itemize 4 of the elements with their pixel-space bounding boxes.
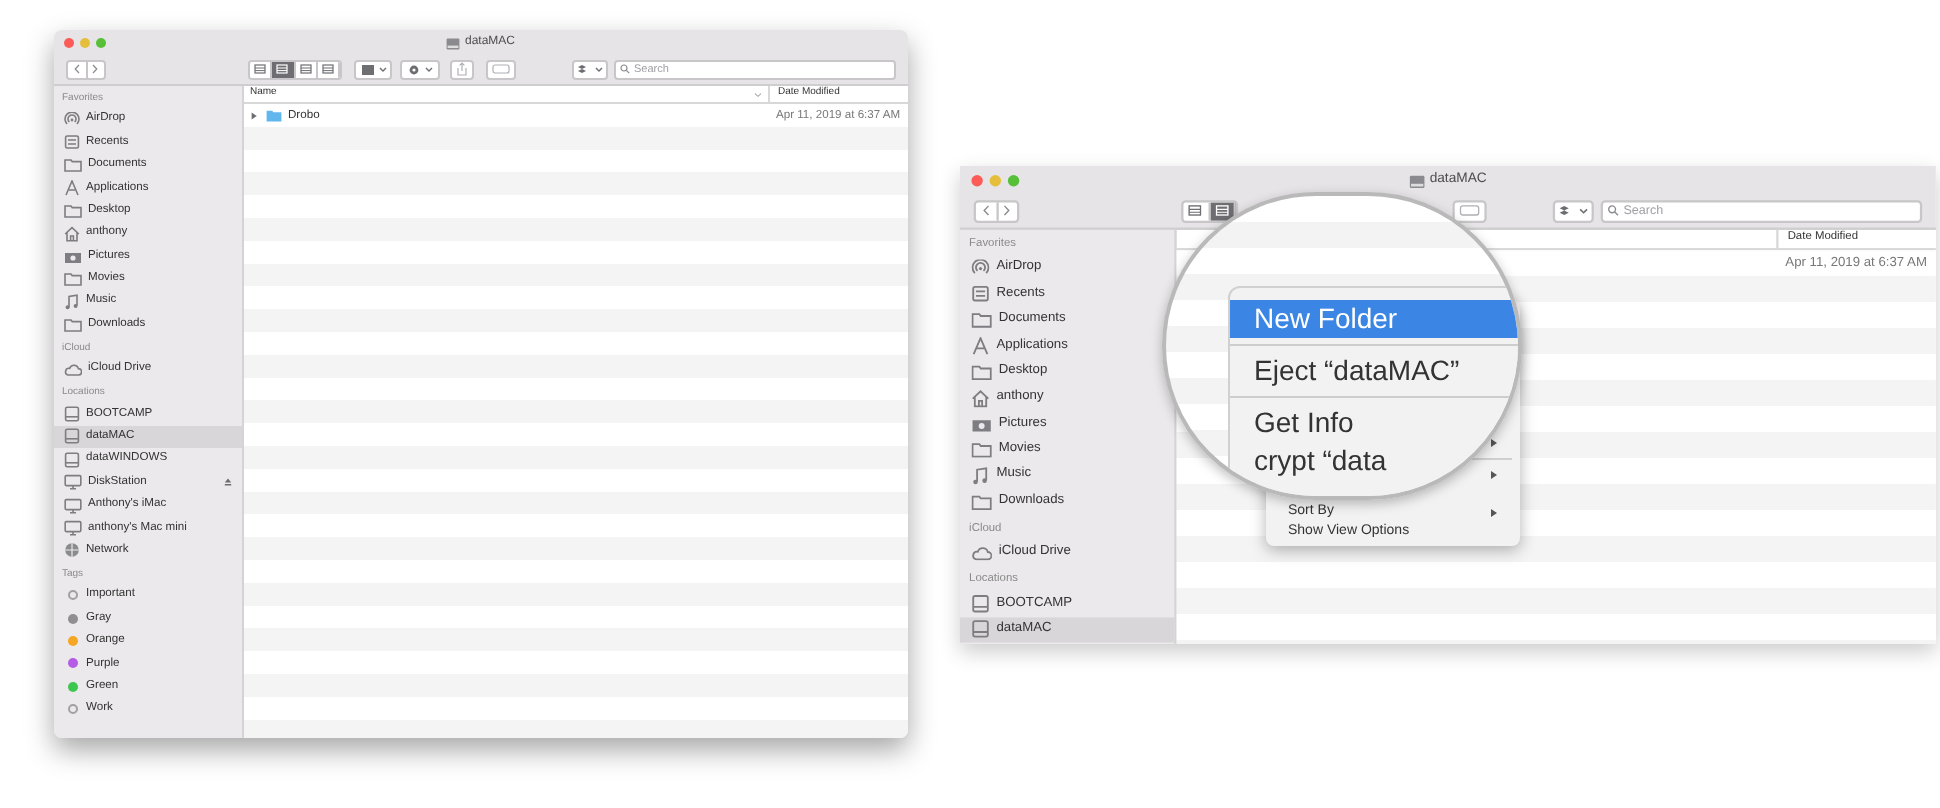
menu-item[interactable]: New Folder — [1230, 300, 1518, 338]
menu-item[interactable]: Eject “dataMAC” — [1230, 352, 1518, 390]
menu-item[interactable]: Get Info — [1230, 404, 1518, 442]
menu-item[interactable]: crypt “data — [1230, 442, 1518, 480]
